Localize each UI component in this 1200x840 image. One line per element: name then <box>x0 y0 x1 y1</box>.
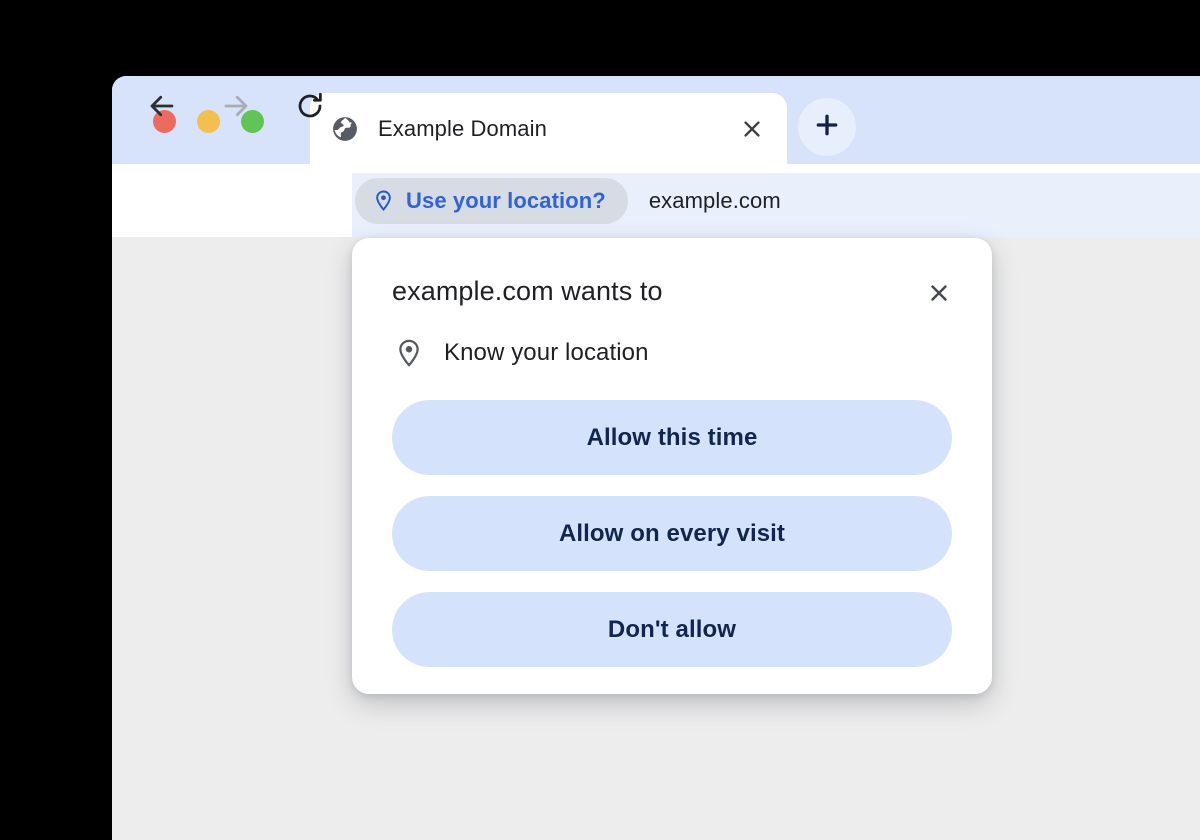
back-button[interactable] <box>140 86 184 130</box>
reload-button[interactable] <box>288 86 332 130</box>
dont-allow-button[interactable]: Don't allow <box>392 592 952 667</box>
arrow-right-icon <box>221 91 251 126</box>
close-icon[interactable] <box>737 114 767 144</box>
permission-label: Know your location <box>444 339 649 366</box>
omnibox-url-text: example.com <box>648 187 781 213</box>
arrow-left-icon <box>147 91 177 126</box>
plus-icon <box>814 112 840 143</box>
location-permission-dialog: example.com wants to Know your location … <box>352 238 992 694</box>
location-permission-chip[interactable]: Use your location? <box>355 177 628 224</box>
forward-button[interactable] <box>214 86 258 130</box>
new-tab-button[interactable] <box>798 98 856 156</box>
dialog-close-button[interactable] <box>922 278 956 312</box>
address-bar[interactable]: Use your location? example.com <box>340 164 1200 237</box>
dialog-header: example.com wants to <box>392 276 952 312</box>
location-pin-icon <box>372 189 395 212</box>
navigation-buttons <box>140 86 332 130</box>
dialog-title: example.com wants to <box>392 276 663 306</box>
location-permission-chip-label: Use your location? <box>406 187 606 213</box>
reload-icon <box>295 91 325 126</box>
location-pin-icon <box>394 338 424 368</box>
toolbar-left-surface <box>112 164 352 237</box>
browser-tab-active[interactable]: Example Domain <box>310 93 787 164</box>
allow-this-time-button[interactable]: Allow this time <box>392 400 952 475</box>
permission-request-row: Know your location <box>392 338 952 368</box>
close-icon <box>927 281 951 310</box>
tab-title: Example Domain <box>378 115 547 141</box>
dialog-actions: Allow this time Allow on every visit Don… <box>392 400 952 667</box>
globe-icon <box>332 116 358 142</box>
allow-every-visit-button[interactable]: Allow on every visit <box>392 496 952 571</box>
